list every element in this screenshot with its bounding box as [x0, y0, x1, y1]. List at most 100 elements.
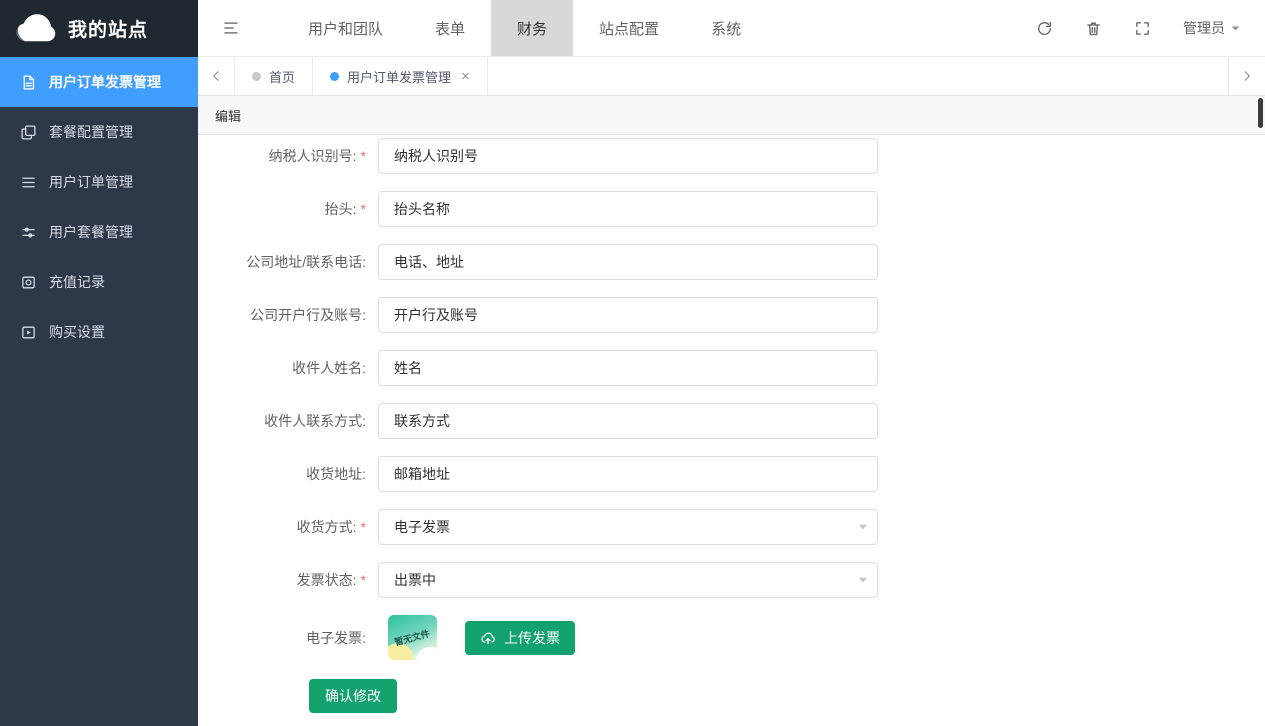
form-row-recipient-contact: 收件人联系方式: — [198, 403, 1265, 439]
field-label: 电子发票: — [198, 628, 378, 648]
top-nav-item-1[interactable]: 用户和团队 — [282, 0, 409, 56]
sidebar-item-3[interactable]: 用户订单管理 — [0, 157, 198, 207]
sidebar-item-5[interactable]: 充值记录 — [0, 257, 198, 307]
field-label: 发票状态:* — [198, 570, 378, 590]
input-control — [378, 138, 878, 174]
chevron-down-icon — [1230, 23, 1241, 34]
delivery-method-select[interactable] — [378, 509, 878, 545]
field-label: 收件人姓名: — [198, 358, 378, 378]
top-nav-item-3[interactable]: 财务 — [491, 0, 573, 56]
form-panel: 纳税人识别号:* 抬头:* 公司地址/联系电话: 公司开户行及账号: 收件人姓名: 收件人… — [198, 135, 1265, 726]
form-row-invoice-status: 发票状态:* — [198, 562, 1265, 598]
field-label: 公司地址/联系电话: — [198, 252, 378, 272]
invoice-title-input[interactable] — [378, 191, 878, 227]
tabs-scroll-left-icon[interactable] — [198, 57, 235, 95]
taxpayer-id-input[interactable] — [378, 138, 878, 174]
scrollbar-thumb[interactable] — [1258, 98, 1263, 128]
close-tab-icon[interactable]: × — [461, 69, 470, 84]
top-nav-item-2[interactable]: 表单 — [409, 0, 491, 56]
sidebar-item-label: 充值记录 — [49, 272, 105, 292]
no-file-placeholder: 暂无文件 — [393, 627, 431, 649]
field-label: 公司开户行及账号: — [198, 305, 378, 325]
tab-bar: 首页 用户订单发票管理 × — [198, 57, 1265, 96]
sliders-icon — [20, 224, 37, 241]
main-area: 首页 用户订单发票管理 × 编辑 纳税人识别号:* 抬头:* 公司地址/联系电话: 公司开… — [198, 57, 1265, 726]
sidebar: 用户订单发票管理套餐配置管理用户订单管理用户套餐管理充值记录购买设置 — [0, 57, 198, 726]
top-nav-item-4[interactable]: 站点配置 — [573, 0, 685, 56]
field-label: 纳税人识别号:* — [198, 146, 378, 166]
sidebar-item-label: 套餐配置管理 — [49, 122, 133, 142]
tab-label: 用户订单发票管理 — [347, 67, 451, 86]
sidebar-item-label: 用户订单管理 — [49, 172, 133, 192]
tab-status-dot — [252, 72, 261, 81]
required-asterisk: * — [361, 148, 366, 164]
field-label: 收件人联系方式: — [198, 411, 378, 431]
field-label: 收货地址: — [198, 464, 378, 484]
admin-dropdown[interactable]: 管理员 — [1183, 18, 1241, 38]
collection-icon — [20, 124, 37, 141]
sidebar-item-label: 用户套餐管理 — [49, 222, 133, 242]
list-icon — [20, 174, 37, 191]
trash-icon[interactable] — [1085, 20, 1102, 37]
form-row-company-address-phone: 公司地址/联系电话: — [198, 244, 1265, 280]
sidebar-item-4[interactable]: 用户套餐管理 — [0, 207, 198, 257]
invoice-file-thumbnail[interactable]: 暂无文件 — [388, 615, 437, 660]
fullscreen-icon[interactable] — [1134, 20, 1151, 37]
field-label: 抬头:* — [198, 199, 378, 219]
sidebar-item-2[interactable]: 套餐配置管理 — [0, 107, 198, 157]
form-row-bank-account: 公司开户行及账号: — [198, 297, 1265, 333]
sidebar-item-6[interactable]: 购买设置 — [0, 307, 198, 357]
breadcrumb: 编辑 — [215, 106, 241, 125]
input-control — [378, 350, 878, 386]
tab-label: 首页 — [269, 67, 295, 86]
recipient-name-input[interactable] — [378, 350, 878, 386]
sidebar-item-label: 购买设置 — [49, 322, 105, 342]
required-asterisk: * — [361, 201, 366, 217]
recipient-contact-input[interactable] — [378, 403, 878, 439]
top-nav-item-5[interactable]: 系统 — [685, 0, 767, 56]
form-row-taxpayer-id: 纳税人识别号:* — [198, 138, 1265, 174]
form-row-einvoice-upload: 电子发票: 暂无文件 上传发票 — [198, 615, 1265, 660]
select-control — [378, 509, 878, 545]
input-control — [378, 297, 878, 333]
delivery-address-input[interactable] — [378, 456, 878, 492]
record-square-icon — [20, 274, 37, 291]
company-address-phone-input[interactable] — [378, 244, 878, 280]
tabs: 首页 用户订单发票管理 × — [235, 57, 488, 95]
tab-1[interactable]: 首页 — [235, 57, 313, 95]
top-header: 我的站点 用户和团队表单财务站点配置系统 管理员 — [0, 0, 1265, 57]
refresh-icon[interactable] — [1036, 20, 1053, 37]
invoice-status-select[interactable] — [378, 562, 878, 598]
app-root: 我的站点 用户和团队表单财务站点配置系统 管理员 用户订单发票管理套餐配置管理用… — [0, 0, 1265, 726]
sidebar-item-1[interactable]: 用户订单发票管理 — [0, 57, 198, 107]
required-asterisk: * — [361, 519, 366, 535]
form-row-delivery-address: 收货地址: — [198, 456, 1265, 492]
bank-account-input[interactable] — [378, 297, 878, 333]
form-rows: 纳税人识别号:* 抬头:* 公司地址/联系电话: 公司开户行及账号: 收件人姓名: 收件人… — [198, 138, 1265, 598]
action-bar: 编辑 — [198, 96, 1265, 135]
select-control — [378, 562, 878, 598]
sidebar-item-label: 用户订单发票管理 — [49, 72, 161, 92]
brand-logo[interactable]: 我的站点 — [0, 0, 198, 57]
input-control — [378, 403, 878, 439]
upload-invoice-button[interactable]: 上传发票 — [465, 621, 575, 655]
confirm-edit-button[interactable]: 确认修改 — [309, 679, 397, 713]
cloud-logo-icon — [13, 13, 59, 45]
form-row-delivery-method: 收货方式:* — [198, 509, 1265, 545]
brand-title: 我的站点 — [68, 15, 148, 42]
header-actions: 管理员 — [1036, 0, 1265, 56]
input-control — [378, 244, 878, 280]
tab-2[interactable]: 用户订单发票管理 × — [313, 57, 488, 95]
tab-status-dot — [330, 72, 339, 81]
sidebar-toggle-icon[interactable] — [222, 19, 240, 37]
upload-invoice-label: 上传发票 — [504, 628, 560, 648]
cloud-upload-icon — [480, 630, 496, 646]
play-square-icon — [20, 324, 37, 341]
file-invoice-icon — [20, 74, 37, 91]
input-control — [378, 191, 878, 227]
form-row-invoice-title: 抬头:* — [198, 191, 1265, 227]
admin-label: 管理员 — [1183, 18, 1225, 38]
tabs-scroll-right-icon[interactable] — [1228, 57, 1265, 95]
top-bar: 用户和团队表单财务站点配置系统 管理员 — [198, 0, 1265, 57]
form-row-recipient-name: 收件人姓名: — [198, 350, 1265, 386]
